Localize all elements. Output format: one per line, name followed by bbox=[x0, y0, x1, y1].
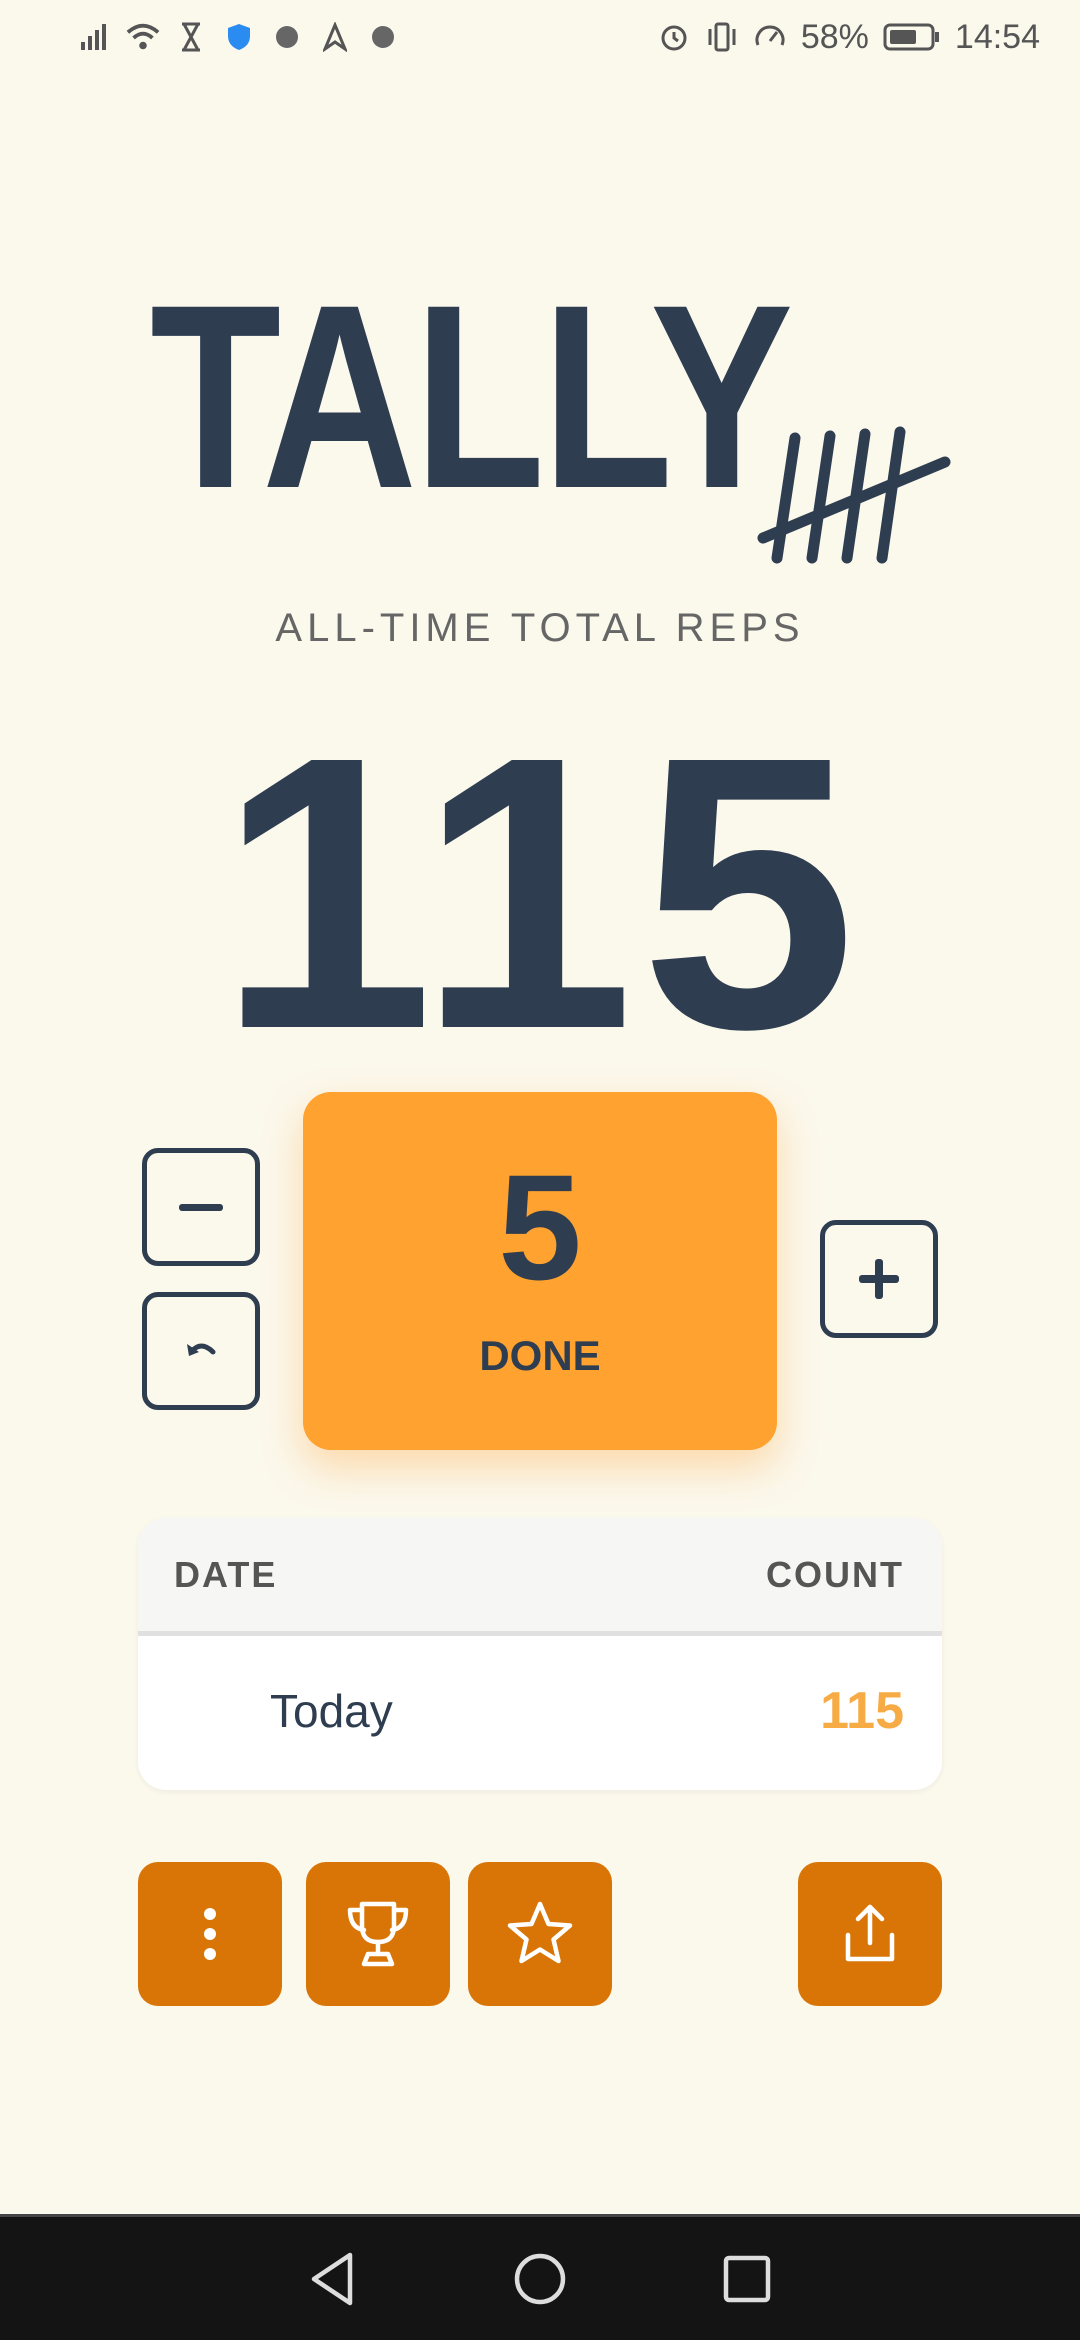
more-vertical-icon bbox=[204, 1908, 216, 1960]
notification-icon bbox=[366, 20, 400, 54]
wifi-icon bbox=[126, 20, 160, 54]
done-label: DONE bbox=[479, 1332, 601, 1379]
home-icon bbox=[514, 2253, 566, 2304]
share-icon bbox=[845, 1904, 895, 1962]
status-bar: 58% 14:54 bbox=[0, 0, 1080, 74]
star-icon bbox=[507, 1901, 573, 1964]
speedometer-icon bbox=[753, 20, 787, 54]
undo-button[interactable] bbox=[142, 1292, 260, 1410]
battery-icon bbox=[883, 20, 941, 54]
back-icon bbox=[312, 2252, 353, 2305]
decrement-button[interactable] bbox=[142, 1148, 260, 1266]
recents-button[interactable] bbox=[717, 2249, 777, 2309]
hourglass-icon bbox=[174, 20, 208, 54]
more-options-button[interactable] bbox=[138, 1862, 282, 2006]
notification-icon bbox=[270, 20, 304, 54]
app-logo: TALLY bbox=[150, 266, 951, 578]
alarm-icon bbox=[657, 20, 691, 54]
favorite-button[interactable] bbox=[468, 1862, 612, 2006]
shield-icon bbox=[222, 20, 256, 54]
back-button[interactable] bbox=[303, 2249, 363, 2309]
plus-icon bbox=[859, 1259, 899, 1299]
vibrate-icon bbox=[705, 20, 739, 54]
total-reps-value: 115 bbox=[218, 677, 862, 1110]
signal-icon bbox=[78, 20, 112, 54]
increment-button[interactable] bbox=[820, 1220, 938, 1338]
trophy-button[interactable] bbox=[306, 1862, 450, 2006]
share-button[interactable] bbox=[798, 1862, 942, 2006]
battery-percent: 58% bbox=[800, 17, 869, 56]
tally-marks-icon bbox=[757, 426, 951, 564]
row-count: 115 bbox=[820, 1682, 904, 1740]
table-row[interactable]: Today 115 bbox=[138, 1636, 942, 1786]
status-left-icons bbox=[78, 20, 400, 54]
minus-icon bbox=[179, 1204, 223, 1211]
status-right-icons: 58% 14:54 bbox=[657, 18, 1040, 57]
trophy-icon bbox=[347, 1901, 409, 1967]
clock: 14:54 bbox=[954, 17, 1040, 56]
total-reps-label: ALL-TIME TOTAL REPS bbox=[275, 606, 805, 650]
history-header: DATE COUNT bbox=[138, 1518, 942, 1636]
home-button[interactable] bbox=[510, 2249, 570, 2309]
system-nav-bar bbox=[0, 2214, 1080, 2340]
logo-text: TALLY bbox=[150, 250, 793, 543]
count-column-header: COUNT bbox=[766, 1553, 904, 1595]
row-date: Today bbox=[270, 1685, 393, 1737]
recents-icon bbox=[723, 2255, 770, 2302]
undo-icon bbox=[187, 1343, 216, 1356]
current-count: 5 bbox=[498, 1143, 582, 1311]
date-column-header: DATE bbox=[174, 1553, 278, 1595]
history-table: DATE COUNT Today 115 bbox=[138, 1518, 942, 1790]
done-button[interactable]: 5 DONE bbox=[303, 1092, 777, 1450]
notification-icon bbox=[318, 20, 352, 54]
